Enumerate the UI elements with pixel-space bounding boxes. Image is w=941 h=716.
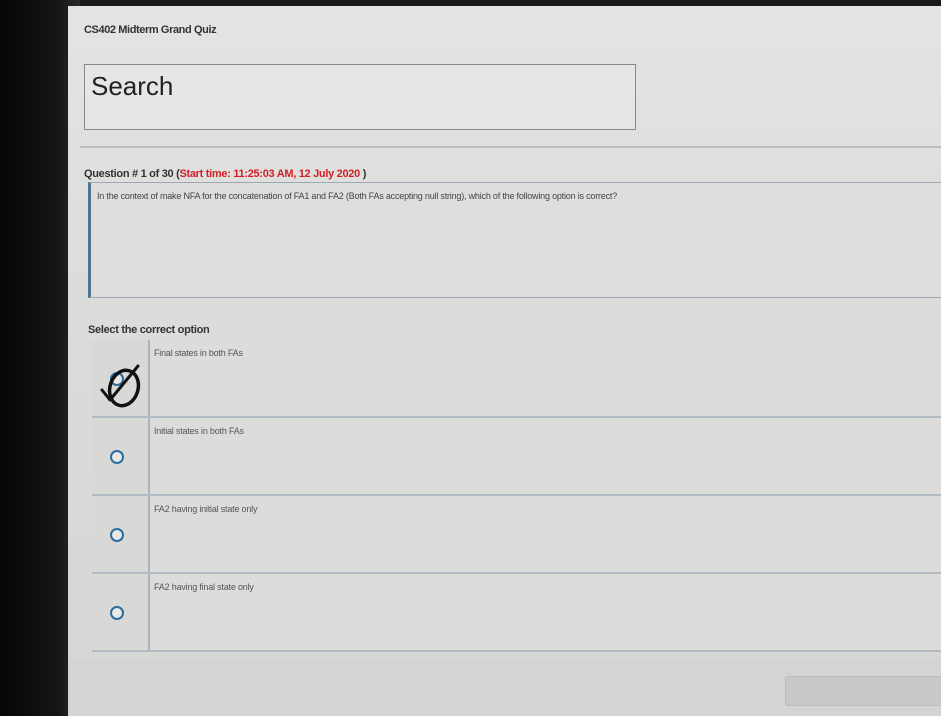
option-4-label: FA2 having final state only [154,582,254,592]
options-list: Final states in both FAs Initial states … [92,340,941,652]
quiz-screen: CS402 Midterm Grand Quiz Search Question… [68,6,941,716]
select-option-label: Select the correct option [88,324,210,336]
option-3-radio[interactable] [110,528,124,542]
page-title: CS402 Midterm Grand Quiz [84,24,217,36]
radio-cell [92,418,150,494]
option-4-radio[interactable] [110,606,124,620]
option-row-3[interactable]: FA2 having initial state only [92,496,941,574]
radio-cell [92,496,150,572]
question-header: Question # 1 of 30 (Start time: 11:25:03… [84,168,366,180]
option-body: FA2 having final state only [150,574,941,650]
option-2-label: Initial states in both FAs [154,426,244,436]
option-body: Final states in both FAs [150,340,941,416]
radio-cell [92,574,150,650]
option-row-2[interactable]: Initial states in both FAs [92,418,941,496]
search-label: Search [91,71,174,101]
question-header-close: ) [359,168,367,180]
start-time: Start time: 11:25:03 AM, 12 July 2020 [179,168,360,180]
option-1-label: Final states in both FAs [154,348,243,358]
option-row-4[interactable]: FA2 having final state only [92,574,941,652]
option-body: FA2 having initial state only [150,496,941,572]
option-body: Initial states in both FAs [150,418,941,494]
pen-mark-icon [100,364,141,408]
question-box: In the context of make NFA for the conca… [88,182,941,298]
question-number: Question # 1 of 30 ( [84,168,180,180]
radio-cell [92,340,150,416]
option-2-radio[interactable] [110,450,124,464]
option-3-label: FA2 having initial state only [154,504,258,514]
search-box[interactable]: Search [84,64,636,130]
option-row-1[interactable]: Final states in both FAs [92,340,941,418]
question-text: In the context of make NFA for the conca… [97,191,618,201]
next-button[interactable] [785,676,941,706]
divider [80,146,941,148]
